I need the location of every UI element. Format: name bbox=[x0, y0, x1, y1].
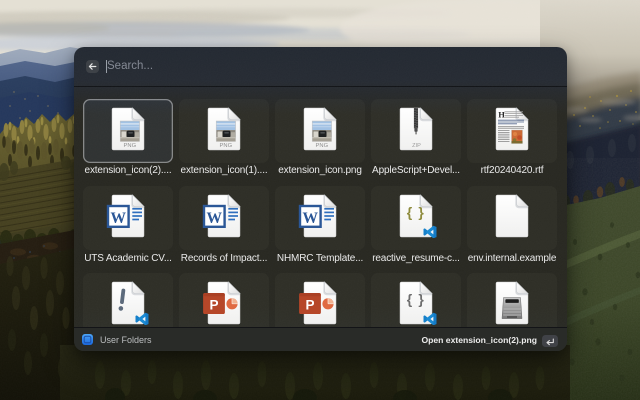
svg-text:ZIP: ZIP bbox=[412, 143, 421, 149]
svg-text:{: { bbox=[407, 291, 413, 307]
svg-text:}: } bbox=[418, 204, 424, 220]
svg-text:}: } bbox=[418, 291, 424, 307]
svg-text:H: H bbox=[498, 109, 505, 119]
svg-text:{: { bbox=[407, 204, 413, 220]
